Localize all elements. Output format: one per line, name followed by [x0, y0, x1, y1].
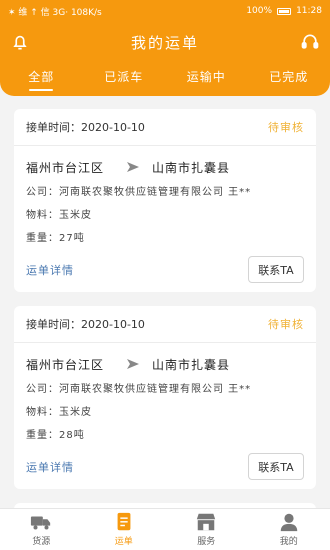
order-detail-link[interactable]: 运单详情 — [26, 459, 74, 475]
status-badge: 待审核 — [268, 318, 304, 331]
order-card-footer: 运单详情 联系TA — [14, 248, 316, 283]
document-icon — [117, 512, 131, 531]
user-icon — [280, 513, 297, 532]
order-material: 物料：玉米皮 — [26, 210, 92, 221]
route-destination: 山南市扎囊县 — [152, 357, 231, 372]
nav-item-cargo[interactable]: 货源 — [11, 512, 71, 547]
order-route: 福州市台江区 山南市扎囊县 — [26, 352, 304, 376]
tab-completed[interactable]: 已完成 — [259, 68, 319, 91]
order-card-body: 福州市台江区 山南市扎囊县 公司：河南联农聚牧供应链管理有限公司 王** 物料：… — [14, 343, 316, 445]
arrow-right-icon — [127, 162, 140, 172]
truck-icon — [31, 516, 51, 530]
route-origin: 福州市台江区 — [26, 160, 105, 175]
order-company: 公司：河南联农聚牧供应链管理有限公司 王** — [26, 384, 252, 395]
order-company: 公司：河南联农聚牧供应链管理有限公司 王** — [26, 187, 252, 198]
route-destination: 山南市扎囊县 — [152, 160, 231, 175]
app-header: 我的运单 — [0, 22, 330, 62]
status-tabs: 全部 已派车 运输中 已完成 — [0, 62, 330, 96]
order-date: 接单时间：2020-10-10 — [26, 316, 145, 332]
route-origin: 福州市台江区 — [26, 357, 105, 372]
tab-dispatched[interactable]: 已派车 — [94, 68, 154, 91]
order-card-header: 接单时间：2020-10-10 待审核 — [14, 109, 316, 146]
order-card-body: 福州市台江区 山南市扎囊县 公司：河南联农聚牧供应链管理有限公司 王** 物料：… — [14, 146, 316, 248]
page-title: 我的运单 — [130, 33, 199, 52]
order-date-value: 2020-10-10 — [81, 318, 145, 331]
nav-label: 运单 — [114, 537, 133, 547]
nav-item-orders[interactable]: 运单 — [94, 512, 154, 547]
order-card-header: 接单时间：2020-10-10 待审核 — [14, 306, 316, 343]
status-bar-right: 100% 11:28 — [246, 6, 322, 16]
order-date-value: 2020-10-10 — [81, 121, 145, 134]
order-route: 福州市台江区 山南市扎囊县 — [26, 155, 304, 179]
arrow-right-icon — [127, 359, 140, 369]
contact-button[interactable]: 联系TA — [248, 453, 304, 480]
order-date-label: 接单时间： — [26, 121, 81, 134]
status-badge: 待审核 — [268, 121, 304, 134]
order-date-label: 接单时间： — [26, 318, 81, 331]
status-bar: ✶ 维 ↑ 信 3G· 108K/s 100% 11:28 — [0, 0, 330, 22]
bell-icon[interactable] — [10, 32, 30, 52]
order-detail-link[interactable]: 运单详情 — [26, 262, 74, 278]
nav-label: 我的 — [279, 537, 298, 547]
tab-all[interactable]: 全部 — [11, 68, 71, 91]
battery-percent: 100% — [246, 6, 273, 16]
tab-in-transit[interactable]: 运输中 — [176, 68, 236, 91]
nav-label: 服务 — [197, 537, 216, 547]
battery-icon — [277, 7, 292, 15]
order-card: 接单时间：2020-10-10 待审核 福州市台江区 山南市扎囊县 公司：河南联… — [14, 109, 316, 292]
clock: 11:28 — [296, 6, 322, 16]
nav-item-mine[interactable]: 我的 — [259, 512, 319, 547]
bottom-nav: 货源 运单 服务 我的 — [0, 508, 330, 550]
status-bar-left: ✶ 维 ↑ 信 3G· 108K/s — [8, 7, 102, 18]
order-weight: 重量：27吨 — [26, 233, 85, 244]
store-icon — [197, 513, 216, 531]
order-weight: 重量：28吨 — [26, 430, 85, 441]
nav-item-service[interactable]: 服务 — [176, 512, 236, 547]
contact-button[interactable]: 联系TA — [248, 256, 304, 283]
nav-label: 货源 — [32, 537, 51, 547]
order-card: 接单时间：2020-10-10 待审核 福州市台江区 山南市扎囊县 公司：河南联… — [14, 306, 316, 489]
order-material: 物料：玉米皮 — [26, 407, 92, 418]
headset-icon[interactable] — [300, 32, 320, 52]
order-date: 接单时间：2020-10-10 — [26, 119, 145, 135]
order-card-footer: 运单详情 联系TA — [14, 445, 316, 480]
